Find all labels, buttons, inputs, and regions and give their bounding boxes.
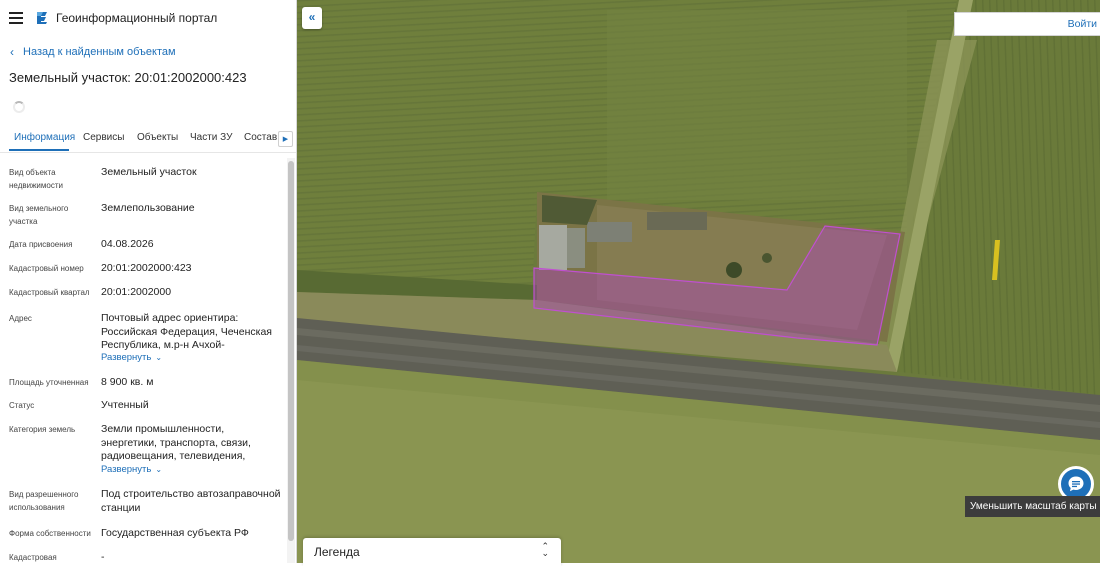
field-value: 8 900 кв. м bbox=[101, 376, 154, 388]
field-label: Вид земельного участка bbox=[9, 204, 69, 226]
field-value: Земли промышленности, энергетики, трансп… bbox=[101, 423, 251, 462]
tab-scroll-right-button[interactable]: ▶ bbox=[278, 131, 293, 147]
expand-label: Развернуть bbox=[101, 464, 152, 475]
hamburger-icon[interactable] bbox=[9, 12, 23, 24]
top-bar: Геоинформационный портал bbox=[0, 0, 296, 38]
login-button[interactable]: Войти bbox=[1068, 18, 1097, 30]
back-link[interactable]: ‹ Назад к найденным объектам bbox=[10, 45, 176, 59]
expand-collapse-icon: ⌃ ⌄ bbox=[541, 541, 549, 558]
login-area: Войти bbox=[954, 12, 1100, 36]
field-label: Вид объекта недвижимости bbox=[9, 168, 63, 190]
field-value: Под строительство автозаправочной станци… bbox=[101, 488, 281, 514]
collapse-panel-button[interactable]: « bbox=[302, 7, 322, 29]
map-view[interactable] bbox=[297, 0, 1100, 563]
field-label: Форма собственности bbox=[9, 529, 91, 538]
field-label: Кадастровый квартал bbox=[9, 288, 90, 297]
legend-label: Легенда bbox=[314, 545, 360, 559]
field-value: Государственная субъекта РФ bbox=[101, 527, 249, 539]
field-label: Адрес bbox=[9, 314, 32, 323]
field-value: Землепользование bbox=[101, 202, 195, 214]
field-label: Кадастровый номер bbox=[9, 264, 84, 273]
back-link-label: Назад к найденным объектам bbox=[23, 46, 176, 58]
chat-icon bbox=[1068, 476, 1084, 492]
field-value: - bbox=[101, 551, 105, 563]
field-value: 20:01:2002000 bbox=[101, 286, 172, 298]
chevron-down-icon: ⌄ bbox=[155, 353, 163, 362]
field-label: Категория земель bbox=[9, 425, 76, 434]
field-value: Земельный участок bbox=[101, 166, 197, 178]
field-value: 04.08.2026 bbox=[101, 238, 154, 250]
tab-info[interactable]: Информация bbox=[14, 132, 75, 143]
scrollbar-thumb[interactable] bbox=[288, 161, 294, 541]
legend-panel[interactable]: Легенда ⌃ ⌄ bbox=[303, 538, 561, 566]
active-tab-indicator bbox=[9, 149, 69, 151]
tab-services[interactable]: Сервисы bbox=[83, 132, 124, 143]
field-label: Статус bbox=[9, 401, 35, 410]
tab-bar: Информация Сервисы Объекты Части ЗУ Сост… bbox=[0, 128, 296, 153]
loading-spinner-icon bbox=[13, 101, 25, 113]
field-value: Почтовый адрес ориентира: Российская Фед… bbox=[101, 312, 272, 351]
tab-composition[interactable]: Состав bbox=[244, 132, 277, 143]
field-label: Вид разрешенного использования bbox=[9, 490, 79, 512]
zoom-out-tooltip: Уменьшить масштаб карты bbox=[965, 496, 1100, 517]
logo-icon bbox=[37, 12, 47, 24]
info-panel: Геоинформационный портал ‹ Назад к найде… bbox=[0, 0, 297, 563]
tab-parts[interactable]: Части ЗУ bbox=[190, 132, 232, 143]
chevron-down-icon: ⌄ bbox=[155, 465, 163, 474]
satellite-imagery bbox=[297, 0, 1100, 563]
chevron-left-icon: ‹ bbox=[10, 45, 14, 59]
app-title: Геоинформационный портал bbox=[56, 11, 218, 25]
tab-objects[interactable]: Объекты bbox=[137, 132, 178, 143]
expand-address-link[interactable]: Развернуть ⌄ bbox=[101, 352, 162, 363]
expand-category-link[interactable]: Развернуть ⌄ bbox=[101, 464, 162, 475]
field-label: Площадь уточненная bbox=[9, 378, 89, 387]
field-label: Дата присвоения bbox=[9, 240, 73, 249]
expand-label: Развернуть bbox=[101, 352, 152, 363]
field-value: 20:01:2002000:423 bbox=[101, 262, 192, 274]
object-title: Земельный участок: 20:01:2002000:423 bbox=[9, 70, 247, 85]
field-label: Кадастровая bbox=[9, 553, 57, 562]
field-value: Учтенный bbox=[101, 399, 149, 411]
